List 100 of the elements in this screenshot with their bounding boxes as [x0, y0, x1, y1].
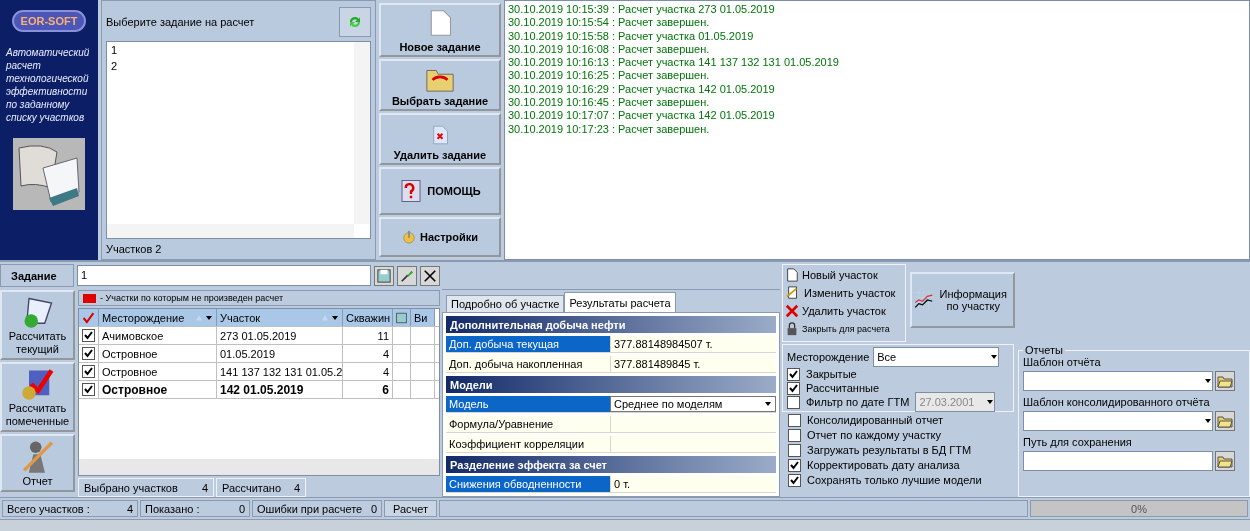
model-dropdown[interactable]: Среднее по моделям [610, 396, 776, 412]
checkbox[interactable] [82, 365, 95, 378]
browse-button[interactable] [1215, 451, 1235, 471]
list-item[interactable]: 2 [107, 58, 347, 74]
task-input[interactable]: 1 [77, 265, 371, 286]
header-cell[interactable]: Ви [411, 309, 435, 326]
dropdown-arrow-icon [986, 398, 995, 406]
property-label[interactable]: Снижения обводненности [446, 476, 610, 492]
checkbox-label: Корректировать дату анализа [807, 459, 960, 471]
checkbox[interactable] [788, 443, 801, 457]
close-button[interactable] [420, 265, 440, 286]
status-value: 0 [238, 502, 245, 515]
toolbar-button[interactable]: ПОМОЩЬ [379, 166, 501, 215]
task-list[interactable]: 1 2 [106, 41, 371, 239]
table-cell: Островное [99, 381, 217, 398]
tab[interactable]: Подробно об участке [446, 295, 565, 312]
action-button[interactable]: Рассчитать помеченные [0, 362, 75, 432]
group-title: Отчеты [1024, 344, 1065, 356]
table-cell: 6 [343, 381, 393, 398]
panel-title: Выберите задание на расчет [106, 16, 255, 28]
calculate-button[interactable]: Расчет [384, 500, 437, 517]
dropdown-arrow-icon [205, 313, 213, 322]
action-button[interactable]: Отчет [0, 434, 75, 492]
checkbox-label: Сохранять только лучшие модели [807, 474, 982, 486]
checkbox[interactable] [82, 329, 95, 342]
checkbox[interactable] [787, 367, 800, 381]
tab[interactable]: Результаты расчета [564, 292, 676, 312]
toolbar-button[interactable]: Настройки [379, 216, 501, 257]
summary-value: 4 [293, 481, 300, 494]
log-line: 30.10.2019 10:16:08 : Расчет завершен. [508, 42, 711, 57]
property-label[interactable]: Коэффициент корреляции [446, 436, 610, 452]
dropdown-arrow-icon [764, 400, 772, 408]
path-field[interactable] [1023, 451, 1213, 471]
logo: EOR-SOFT [11, 10, 87, 32]
folder-icon [1217, 373, 1233, 389]
checkbox[interactable] [82, 347, 95, 360]
property-value: 0 т. [610, 476, 776, 492]
scrollbar[interactable] [79, 459, 439, 475]
group-header: Разделение эффекта за счет [446, 456, 776, 473]
checkbox[interactable] [788, 473, 801, 487]
browse-button[interactable] [1215, 371, 1235, 391]
property-label[interactable]: Доп. добыча текущая [446, 336, 610, 352]
task-count: Участков 2 [106, 243, 163, 255]
brand-description: Автоматический расчет технологической эффективности по заданному списку участков [4, 46, 91, 124]
list-item[interactable]: 1 [107, 42, 347, 58]
field-label: Шаблон отчёта [1023, 356, 1102, 368]
toolbar-button[interactable]: Удалить задание [379, 113, 501, 165]
save-button[interactable] [374, 265, 394, 286]
toolbar-button[interactable]: Новое задание [379, 3, 501, 57]
property-value: 377.88148984507 т. [610, 336, 776, 352]
action-link[interactable]: Закрыть для расчета [785, 320, 903, 338]
brush-button[interactable] [397, 265, 417, 286]
browse-button[interactable] [1215, 411, 1235, 431]
checkbox-label: Консолидированный отчет [807, 414, 943, 426]
table-cell: 273 01.05.2019 [217, 327, 343, 344]
header-cell[interactable]: Участок [217, 309, 343, 326]
table-cell: 4 [343, 345, 393, 362]
header-cell[interactable]: Месторождение [99, 309, 217, 326]
document-icon [785, 268, 799, 282]
documents-icon [13, 138, 85, 210]
close-icon [423, 268, 437, 283]
header-cell[interactable] [79, 309, 99, 326]
checkbox[interactable] [788, 428, 801, 442]
property-label[interactable]: Доп. добыча накопленная [446, 356, 610, 372]
log-line: 30.10.2019 10:16:25 : Расчет завершен. [508, 69, 711, 83]
log-line: 30.10.2019 10:17:23 : Расчет завершен. [508, 122, 711, 136]
folder-icon [1217, 413, 1233, 429]
table-cell: 4 [343, 363, 393, 380]
action-link[interactable]: Удалить участок [785, 302, 903, 320]
table-cell: Островное [99, 345, 217, 362]
scrollbar[interactable] [107, 224, 354, 238]
sort-icon [321, 313, 329, 322]
checkbox[interactable] [788, 458, 801, 472]
checkbox[interactable] [787, 395, 800, 409]
info-button[interactable]: Информация по участку [910, 272, 1015, 328]
template-dropdown[interactable] [1023, 411, 1213, 431]
checkbox-label: Закрытые [806, 368, 857, 380]
status-value: 0 [370, 502, 377, 515]
toolbar-button[interactable]: Выбрать задание [379, 59, 501, 111]
status-label: Ошибки при расчете [257, 502, 363, 515]
settings-icon [401, 229, 416, 244]
scrollbar[interactable] [354, 42, 370, 224]
lock-icon [785, 322, 799, 336]
summary-value: 4 [201, 481, 208, 494]
header-cell[interactable]: Скважин [343, 309, 393, 326]
table-cell: 141 137 132 131 01.05.2 [217, 363, 343, 380]
template-dropdown[interactable] [1023, 371, 1213, 391]
checkbox[interactable] [82, 383, 95, 396]
action-link[interactable]: Изменить участок [785, 284, 903, 302]
log-line: 30.10.2019 10:16:29 : Расчет участка 142 01.05.2019 [508, 82, 776, 97]
property-label[interactable]: Формула/Уравнение [446, 416, 610, 432]
property-label[interactable]: Модель [446, 396, 610, 412]
action-button[interactable]: Рассчитать текущий [0, 290, 75, 360]
action-link[interactable]: Новый участок [785, 266, 903, 284]
legend-text: - Участки по которым не произведен расчет [100, 293, 284, 303]
header-cell[interactable] [393, 309, 411, 326]
field-dropdown[interactable]: Все [873, 347, 1000, 367]
checkbox-label: Отчет по каждому участку [807, 429, 941, 441]
checkbox[interactable] [787, 381, 800, 395]
checkbox[interactable] [788, 413, 801, 427]
